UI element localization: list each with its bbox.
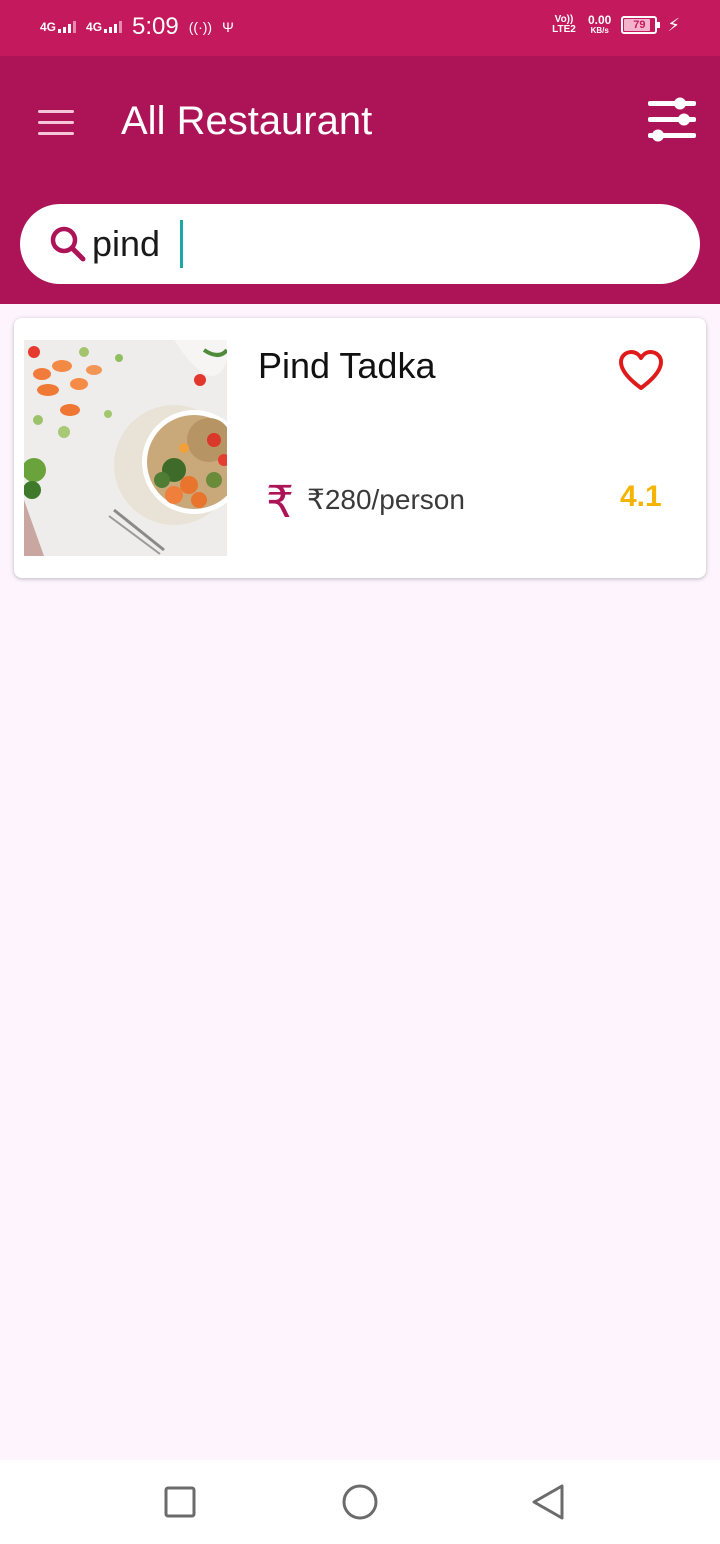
status-right: Vo)) LTE2 0.00 KB/s 79 ⚡ (550, 14, 680, 36)
triangle-back-icon[interactable] (528, 1482, 568, 1522)
battery-icon: 79 (621, 16, 661, 34)
status-bar: 4G 4G 5:09 ((·)) Ψ Vo)) LTE2 0.00 KB/s 7… (0, 0, 720, 56)
restaurant-card[interactable]: Pind Tadka ₹ ₹280/person 4.1 (14, 318, 706, 578)
network-2-indicator: 4G (86, 20, 123, 34)
app-bar: All Restaurant (0, 56, 720, 304)
hamburger-menu-icon[interactable] (36, 104, 76, 136)
restaurant-price: ₹280/person (307, 484, 465, 515)
restaurant-image (24, 340, 227, 556)
network-1-indicator: 4G (40, 20, 77, 34)
status-time: 5:09 (132, 13, 179, 40)
hotspot-icon: ((·)) (188, 19, 213, 35)
battery-level: 79 (633, 19, 646, 31)
page-title: All Restaurant (121, 99, 373, 143)
rupee-icon: ₹ (266, 477, 294, 528)
square-recents-icon[interactable] (160, 1482, 200, 1522)
data-speed-indicator: 0.00 KB/s (588, 14, 611, 36)
status-left: 4G 4G 5:09 ((·)) Ψ (40, 12, 234, 42)
network-1-label: 4G (40, 20, 57, 34)
signal-2-icon (104, 21, 123, 33)
usb-icon: Ψ (222, 19, 234, 35)
text-cursor (180, 220, 183, 268)
data-speed-value: 0.00 (588, 13, 612, 27)
search-icon (50, 226, 86, 262)
search-input[interactable] (92, 218, 652, 270)
restaurant-name: Pind Tadka (258, 345, 436, 386)
search-bar[interactable] (20, 204, 700, 284)
circle-home-icon[interactable] (340, 1482, 380, 1522)
charging-icon: ⚡ (667, 14, 680, 35)
signal-1-icon (58, 21, 77, 33)
system-nav-bar (0, 1460, 720, 1544)
sliders-filter-icon[interactable] (644, 94, 700, 146)
restaurant-rating: 4.1 (620, 480, 662, 513)
network-2-label: 4G (86, 20, 103, 34)
volte-indicator: Vo)) LTE2 (552, 14, 576, 35)
heart-outline-icon[interactable] (618, 350, 664, 392)
data-speed-unit: KB/s (590, 26, 609, 35)
